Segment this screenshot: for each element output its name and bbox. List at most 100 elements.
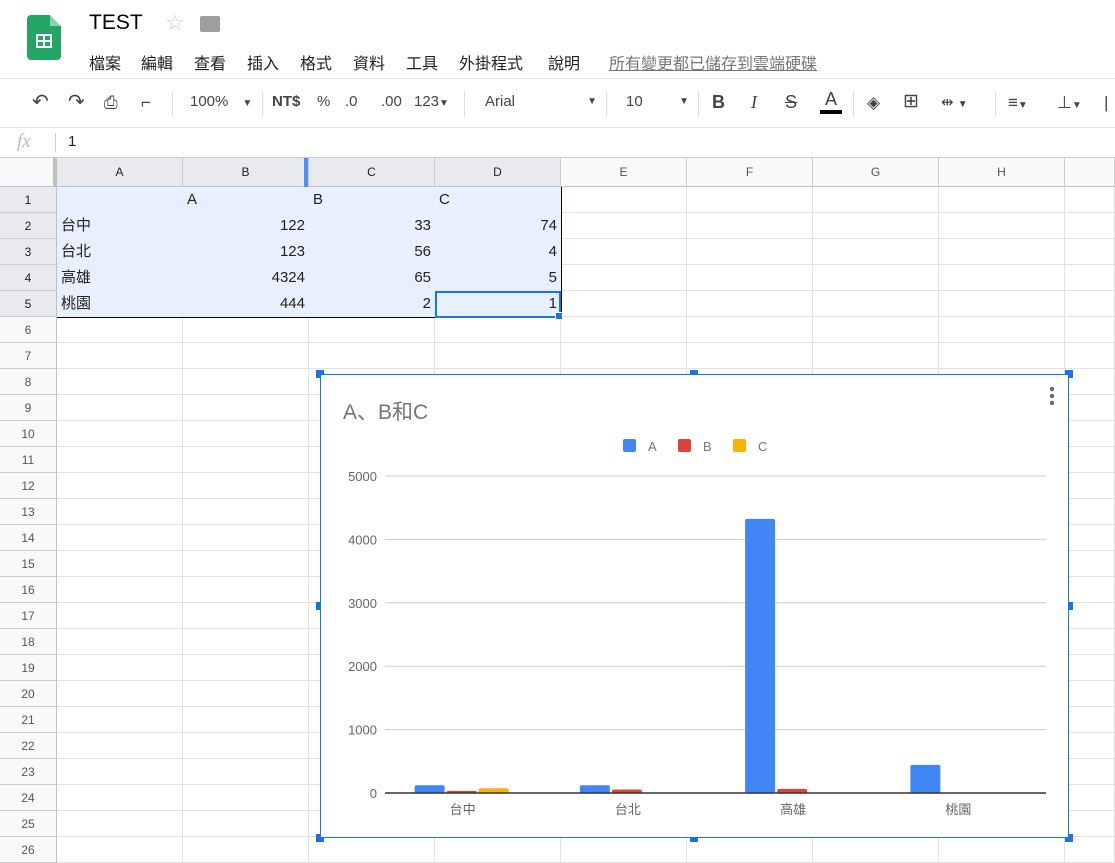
more-formats-select[interactable]: 123▼	[414, 93, 449, 110]
chart-menu-icon[interactable]	[1049, 386, 1055, 406]
cell[interactable]	[183, 421, 309, 447]
cell[interactable]	[687, 291, 813, 317]
cell-C2[interactable]: 33	[309, 213, 436, 240]
cell-C3[interactable]: 56	[309, 239, 436, 266]
row-header-25[interactable]: 25	[0, 811, 57, 837]
row-header-12[interactable]: 12	[0, 473, 57, 499]
formula-input[interactable]: 1	[68, 133, 76, 150]
row-header-2[interactable]: 2	[0, 213, 57, 239]
row-header-6[interactable]: 6	[0, 317, 57, 343]
row-header-14[interactable]: 14	[0, 525, 57, 551]
cell[interactable]	[687, 239, 813, 265]
cell[interactable]	[561, 187, 687, 213]
row-header-10[interactable]: 10	[0, 421, 57, 447]
cell[interactable]	[939, 317, 1065, 343]
increase-decimal-button[interactable]: .00	[381, 93, 402, 110]
cell[interactable]	[183, 733, 309, 759]
cell[interactable]	[183, 369, 309, 395]
cell[interactable]	[1065, 785, 1115, 811]
cell[interactable]	[561, 317, 687, 343]
row-header-19[interactable]: 19	[0, 655, 57, 681]
cell[interactable]	[183, 525, 309, 551]
cell[interactable]	[939, 291, 1065, 317]
cell[interactable]	[1065, 551, 1115, 577]
row-header-18[interactable]: 18	[0, 629, 57, 655]
cell[interactable]	[57, 343, 183, 369]
cell-B4[interactable]: 4324	[183, 265, 310, 292]
cell[interactable]	[183, 551, 309, 577]
cell[interactable]	[183, 837, 309, 863]
cell[interactable]	[1065, 317, 1115, 343]
document-title[interactable]: TEST	[89, 11, 143, 35]
cell[interactable]	[1065, 395, 1115, 421]
cell[interactable]	[57, 629, 183, 655]
print-icon[interactable]: ⎙	[104, 93, 118, 113]
row-header-16[interactable]: 16	[0, 577, 57, 603]
menu-7[interactable]: 外掛程式	[459, 50, 523, 74]
cell[interactable]	[939, 837, 1065, 863]
cell[interactable]	[57, 681, 183, 707]
fill-color-icon[interactable]: ◈	[867, 93, 880, 113]
cell[interactable]	[57, 395, 183, 421]
row-header-3[interactable]: 3	[0, 239, 57, 265]
cell[interactable]	[1065, 733, 1115, 759]
cell[interactable]	[57, 317, 183, 343]
cell-A3[interactable]: 台北	[57, 239, 184, 266]
cell[interactable]	[183, 759, 309, 785]
cell-B3[interactable]: 123	[183, 239, 310, 266]
cell[interactable]	[309, 837, 435, 863]
cell[interactable]	[435, 317, 561, 343]
cell[interactable]	[57, 525, 183, 551]
cell-D2[interactable]: 74	[435, 213, 562, 240]
cell[interactable]	[687, 317, 813, 343]
cell-A1[interactable]	[57, 187, 184, 214]
cell[interactable]	[813, 291, 939, 317]
merge-cells-icon[interactable]: ⇹ ▼	[941, 93, 968, 111]
fill-handle[interactable]	[555, 312, 563, 320]
cell[interactable]	[687, 187, 813, 213]
folder-icon[interactable]	[200, 16, 220, 32]
save-status[interactable]: 所有變更都已儲存到雲端硬碟	[609, 50, 817, 74]
cell[interactable]	[57, 421, 183, 447]
cell[interactable]	[57, 447, 183, 473]
cell[interactable]	[183, 603, 309, 629]
cell[interactable]	[435, 343, 561, 369]
cell[interactable]	[1065, 577, 1115, 603]
cell[interactable]	[57, 473, 183, 499]
cell[interactable]	[183, 447, 309, 473]
row-header-15[interactable]: 15	[0, 551, 57, 577]
cell[interactable]	[1065, 265, 1115, 291]
decrease-decimal-button[interactable]: .0	[345, 93, 358, 110]
cell-C5[interactable]: 2	[309, 291, 436, 318]
cell[interactable]	[1065, 187, 1115, 213]
cell[interactable]	[183, 681, 309, 707]
cell[interactable]	[57, 811, 183, 837]
cell[interactable]	[1065, 421, 1115, 447]
menu-1[interactable]: 編輯	[141, 50, 173, 74]
sheets-logo[interactable]	[27, 15, 61, 60]
cell[interactable]	[813, 187, 939, 213]
cell[interactable]	[57, 837, 183, 863]
cell[interactable]	[813, 837, 939, 863]
text-color-button[interactable]: A	[820, 89, 842, 114]
cell[interactable]	[309, 317, 435, 343]
text-wrap-icon[interactable]: |	[1104, 93, 1108, 113]
cell[interactable]	[1065, 473, 1115, 499]
cell[interactable]	[57, 655, 183, 681]
cell[interactable]	[183, 707, 309, 733]
cell[interactable]	[57, 707, 183, 733]
cell[interactable]	[1065, 629, 1115, 655]
column-header-C[interactable]: C	[309, 158, 435, 187]
menu-5[interactable]: 資料	[353, 50, 385, 74]
column-resize-handle[interactable]	[304, 158, 308, 187]
cell[interactable]	[435, 837, 561, 863]
currency-button[interactable]: NT$	[272, 93, 300, 110]
menu-6[interactable]: 工具	[406, 50, 438, 74]
cell[interactable]	[939, 213, 1065, 239]
font-select[interactable]: Arial ▼	[485, 93, 597, 110]
active-cell-D5[interactable]	[435, 291, 561, 318]
column-header-I[interactable]	[1065, 158, 1115, 187]
cell[interactable]	[813, 343, 939, 369]
vertical-align-icon[interactable]: ⊥▼	[1057, 93, 1082, 113]
row-header-11[interactable]: 11	[0, 447, 57, 473]
